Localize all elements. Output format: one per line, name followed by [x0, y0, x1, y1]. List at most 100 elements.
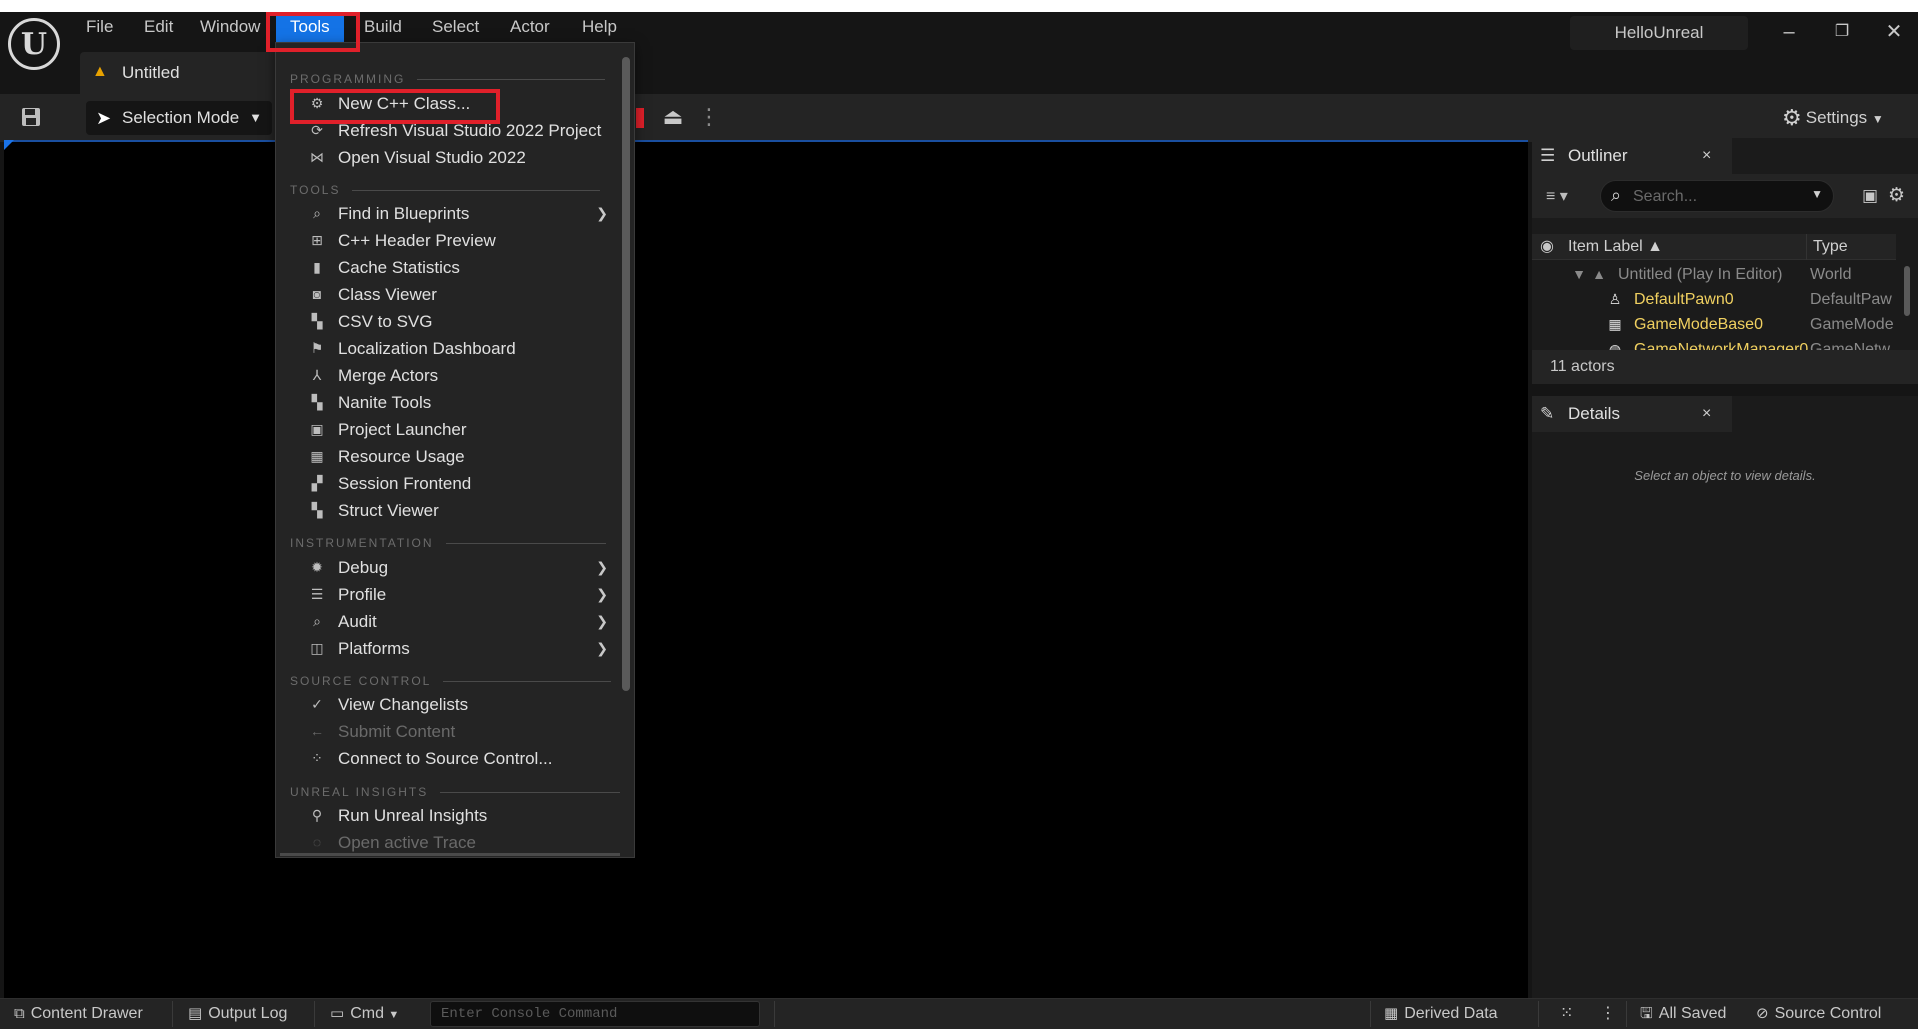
cursor-icon: ➤ — [96, 108, 112, 128]
output-log-button[interactable]: ▤ Output Log — [188, 999, 287, 1029]
output-log-icon: ▤ — [188, 1005, 203, 1022]
profile-icon: ☰ — [310, 586, 324, 602]
menu-item-profile[interactable]: ☰ Profile ❯ — [290, 581, 610, 608]
filter-icon[interactable]: ≡ ▾ — [1546, 186, 1568, 206]
menu-select[interactable]: Select — [430, 12, 481, 42]
selection-mode-dropdown[interactable]: ➤ Selection Mode ▼ — [86, 101, 272, 135]
close-window-button[interactable]: ✕ — [1882, 20, 1906, 44]
menu-item-run-unreal-insights[interactable]: ⚲ Run Unreal Insights — [290, 802, 610, 829]
search-icon: ⌕ — [1611, 185, 1622, 205]
menu-edit[interactable]: Edit — [142, 12, 175, 42]
menu-item-audit[interactable]: ⌕ Audit ❯ — [290, 608, 610, 635]
source-control-button[interactable]: ⊘ Source Control — [1756, 999, 1881, 1029]
tree-row[interactable]: ♙ DefaultPawn0 DefaultPaw — [1532, 287, 1896, 312]
merge-icon: ⅄ — [312, 367, 322, 383]
expand-arrow-icon[interactable]: ▼ — [1570, 265, 1588, 283]
divider — [1626, 1001, 1627, 1027]
outliner-search-input[interactable] — [1633, 185, 1803, 209]
output-log-label: Output Log — [208, 1005, 288, 1022]
divider — [172, 1001, 173, 1027]
menu-item-localization-dashboard[interactable]: ⚑ Localization Dashboard — [290, 335, 610, 362]
details-tab[interactable]: ✎ Details × — [1532, 396, 1732, 432]
menu-item-project-launcher[interactable]: ▣ Project Launcher — [290, 416, 610, 443]
menu-item-debug[interactable]: ✹ Debug ❯ — [290, 554, 610, 581]
bug-icon: ✹ — [311, 559, 323, 575]
derived-data-button[interactable]: ▦ Derived Data — [1384, 999, 1498, 1029]
stop-button[interactable] — [636, 108, 644, 128]
menu-item-cache-statistics[interactable]: ▮ Cache Statistics — [290, 254, 610, 281]
header-icon: ⊞ — [311, 232, 323, 248]
cmd-label: Cmd — [350, 1005, 384, 1022]
unreal-logo-icon[interactable]: U — [8, 18, 60, 70]
item-label-column[interactable]: Item Label ▲ — [1568, 234, 1663, 260]
all-saved-button[interactable]: 🖫 All Saved — [1640, 999, 1726, 1029]
menu-scrollbar[interactable] — [622, 57, 630, 691]
menu-section-header: INSTRUMENTATION — [290, 535, 606, 551]
menu-item-open-active-trace[interactable]: ◌ Open active Trace — [290, 829, 610, 853]
menu-build[interactable]: Build — [362, 12, 404, 42]
menu-file[interactable]: File — [84, 12, 115, 42]
trace-icon[interactable]: ⁙ — [1560, 999, 1573, 1029]
save-status-icon: 🖫 — [1640, 1005, 1653, 1022]
menu-section-header: PROGRAMMING — [290, 71, 606, 87]
outliner-column-header: ◉ Item Label ▲ Type — [1532, 234, 1896, 260]
menu-actor[interactable]: Actor — [508, 12, 552, 42]
tree-row[interactable]: ▼ ▲ Untitled (Play In Editor) World — [1532, 262, 1896, 287]
chevron-down-icon[interactable]: ▼ — [1811, 187, 1823, 201]
more-options-icon[interactable]: ⋮ — [1600, 999, 1616, 1029]
save-icon[interactable] — [20, 106, 44, 130]
platforms-icon: ◫ — [310, 640, 324, 656]
outliner-scrollbar[interactable] — [1904, 266, 1910, 316]
menu-help[interactable]: Help — [580, 12, 619, 42]
cmd-dropdown[interactable]: ▭ Cmd ▼ — [330, 999, 399, 1029]
menu-item-open-visual-studio[interactable]: ⋈ Open Visual Studio 2022 — [290, 144, 610, 171]
content-drawer-button[interactable]: ⧉ Content Drawer — [14, 999, 143, 1029]
outliner-search-box[interactable]: ⌕ ▼ — [1600, 180, 1834, 212]
nanite-icon: ▚ — [311, 394, 323, 410]
menu-item-session-frontend[interactable]: ▞ Session Frontend — [290, 470, 610, 497]
terminal-icon: ▭ — [330, 1005, 345, 1022]
divider — [314, 1001, 315, 1027]
outliner-close-icon[interactable]: × — [1702, 138, 1711, 174]
actor-count: 11 actors — [1532, 350, 1918, 384]
menu-item-struct-viewer[interactable]: ▚ Struct Viewer — [290, 497, 610, 524]
tree-row-type: GameNetw — [1810, 341, 1891, 350]
audit-icon: ⌕ — [313, 613, 321, 629]
menu-item-resource-usage[interactable]: ▦ Resource Usage — [290, 443, 610, 470]
divider — [774, 1001, 775, 1027]
submit-icon: ← — [310, 723, 324, 739]
menu-item-view-changelists[interactable]: ✓ View Changelists — [290, 691, 610, 718]
settings-button[interactable]: ⚙ Settings ▼ — [1782, 102, 1884, 134]
derived-data-label: Derived Data — [1404, 1005, 1498, 1022]
tree-row[interactable]: ▦ GameModeBase0 GameMode — [1532, 312, 1896, 337]
content-drawer-icon: ⧉ — [14, 1005, 25, 1022]
type-column[interactable]: Type — [1806, 234, 1848, 260]
menu-item-csv-to-svg[interactable]: ▚ CSV to SVG — [290, 308, 610, 335]
more-options-icon[interactable]: ⋮ — [698, 102, 720, 132]
menu-item-merge-actors[interactable]: ⅄ Merge Actors — [290, 362, 610, 389]
level-viewport[interactable] — [4, 140, 1528, 998]
tree-row[interactable]: ◍ GameNetworkManager0 GameNetw — [1532, 337, 1896, 350]
menu-item-find-in-blueprints[interactable]: ⌕ Find in Blueprints ❯ — [290, 200, 610, 227]
eject-icon[interactable]: ⏏ — [660, 102, 686, 132]
minimize-button[interactable]: – — [1777, 20, 1801, 44]
outliner-tab[interactable]: ☰ Outliner × — [1532, 138, 1732, 174]
gear-icon[interactable]: ⚙ — [1888, 184, 1905, 207]
menu-item-cpp-header-preview[interactable]: ⊞ C++ Header Preview — [290, 227, 610, 254]
details-close-icon[interactable]: × — [1702, 396, 1711, 432]
menu-item-connect-source-control[interactable]: ⁘ Connect to Source Control... — [290, 745, 610, 772]
menu-section-header: SOURCE CONTROL — [290, 673, 612, 689]
struct-icon: ▚ — [311, 502, 323, 518]
tree-row-label: GameModeBase0 — [1634, 316, 1763, 333]
console-command-input[interactable] — [430, 1001, 760, 1027]
menu-item-submit-content[interactable]: ← Submit Content — [290, 718, 610, 745]
trace-icon: ◌ — [312, 834, 322, 850]
menu-item-platforms[interactable]: ◫ Platforms ❯ — [290, 635, 610, 662]
eye-icon[interactable]: ◉ — [1540, 236, 1554, 256]
menu-item-class-viewer[interactable]: ◙ Class Viewer — [290, 281, 610, 308]
menu-window[interactable]: Window — [198, 12, 262, 42]
restore-button[interactable]: ❐ — [1830, 20, 1854, 44]
menu-item-nanite-tools[interactable]: ▚ Nanite Tools — [290, 389, 610, 416]
add-folder-icon[interactable]: ▣ — [1862, 186, 1878, 206]
viewport-corner-marker — [4, 140, 14, 150]
